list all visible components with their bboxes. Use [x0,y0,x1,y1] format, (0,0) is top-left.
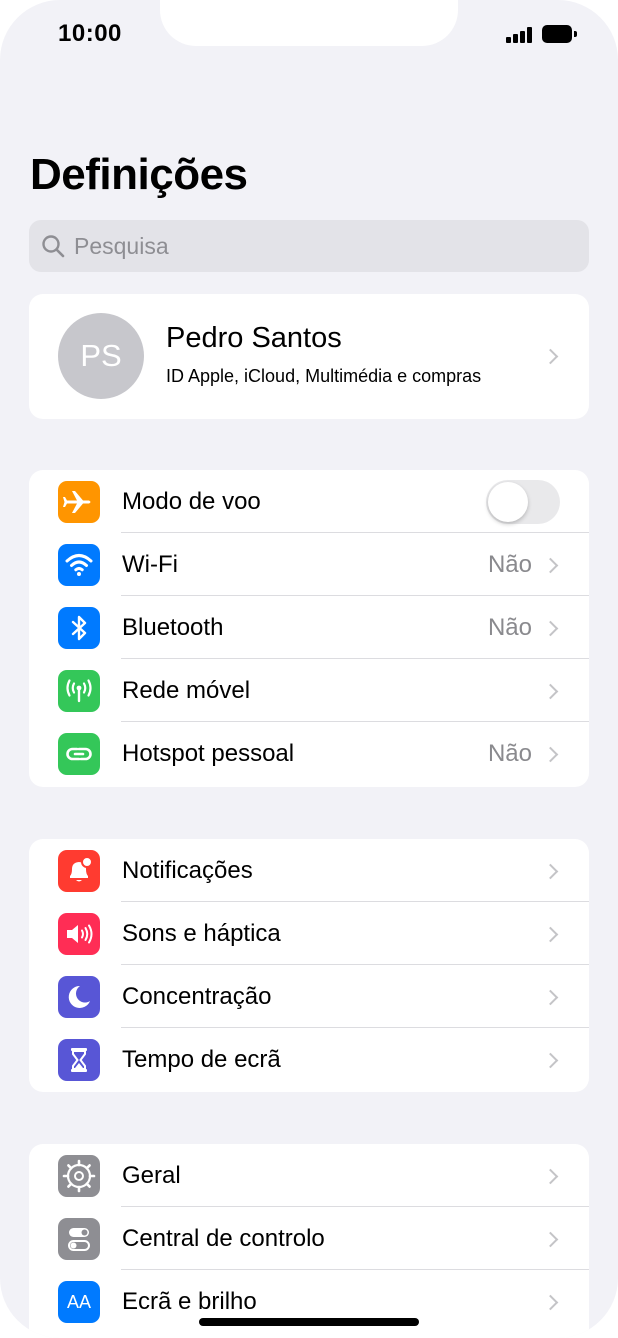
chevron-right-icon [542,1168,559,1185]
chevron-right-icon [542,683,559,700]
settings-row-focus[interactable]: Concentração [29,965,589,1028]
settings-row-sounds[interactable]: Sons e háptica [29,902,589,965]
general-group: Geral Central de controlo AA Ecrã e bril [29,1144,589,1338]
row-label: Rede móvel [122,677,251,704]
chevron-right-icon [542,348,559,365]
status-time: 10:00 [58,20,122,47]
battery-icon [542,25,577,43]
page-title: Definições [30,150,248,199]
chevron-right-icon [542,620,559,637]
row-label: Concentração [122,983,272,1010]
bluetooth-icon [58,607,100,649]
chevron-right-icon [542,926,559,943]
notifications-group: Notificações Sons e háptica Concentração… [29,839,589,1092]
search-placeholder: Pesquisa [74,233,169,259]
row-value: Não [487,614,532,641]
hourglass-icon [58,1039,100,1081]
airplane-icon [58,481,100,523]
notification-bell-icon [58,850,100,892]
row-label: Central de controlo [122,1225,325,1252]
row-label: Sons e háptica [122,920,281,947]
profile-subtitle: ID Apple, iCloud, Multimédia e compras [166,366,482,386]
settings-row-mobile-network[interactable]: Rede móvel [29,659,589,722]
row-label: Modo de voo [122,488,261,515]
settings-row-control-centre[interactable]: Central de controlo [29,1207,589,1270]
gear-icon [58,1155,100,1197]
row-label: Hotspot pessoal [122,740,295,767]
chevron-right-icon [542,557,559,574]
hotspot-icon [58,733,100,775]
search-input[interactable]: Pesquisa [29,220,589,272]
speaker-icon [58,913,100,955]
settings-screen: 10:00 Definições Pesquisa PS Pedro Santo… [0,0,618,1338]
chevron-right-icon [542,1052,559,1069]
row-label: Bluetooth [122,614,224,641]
toggles-icon [58,1218,100,1260]
connectivity-group: Modo de voo Wi-Fi Não Bluetooth Não Rede… [29,470,589,787]
row-value: Não [487,551,532,578]
chevron-right-icon [542,1231,559,1248]
chevron-right-icon [542,746,559,763]
moon-icon [58,976,100,1018]
row-label: Tempo de ecrã [122,1046,281,1073]
home-indicator[interactable] [199,1318,419,1326]
settings-row-screen-time[interactable]: Tempo de ecrã [29,1028,589,1091]
chevron-right-icon [542,1294,559,1311]
settings-row-bluetooth[interactable]: Bluetooth Não [29,596,589,659]
antenna-icon [58,670,100,712]
row-label: Geral [122,1162,181,1189]
wifi-icon [58,544,100,586]
search-icon [42,235,65,258]
chevron-right-icon [542,989,559,1006]
apple-id-profile-card[interactable]: PS Pedro Santos ID Apple, iCloud, Multim… [29,294,589,419]
notch [160,0,458,46]
settings-row-general[interactable]: Geral [29,1144,589,1207]
settings-row-notifications[interactable]: Notificações [29,839,589,902]
cellular-signal-icon [506,27,534,43]
row-label: Ecrã e brilho [122,1288,257,1315]
profile-name: Pedro Santos [166,322,342,354]
text-size-icon: AA [58,1281,100,1323]
chevron-right-icon [542,863,559,880]
avatar: PS [58,313,144,399]
settings-row-airplane-mode[interactable]: Modo de voo [29,470,589,533]
row-label: Wi-Fi [122,551,178,578]
row-label: Notificações [122,857,253,884]
airplane-mode-toggle[interactable] [486,480,560,524]
settings-row-wifi[interactable]: Wi-Fi Não [29,533,589,596]
settings-row-personal-hotspot[interactable]: Hotspot pessoal Não [29,722,589,785]
row-value: Não [487,740,532,767]
text-size-icon-label: AA [66,1292,91,1312]
